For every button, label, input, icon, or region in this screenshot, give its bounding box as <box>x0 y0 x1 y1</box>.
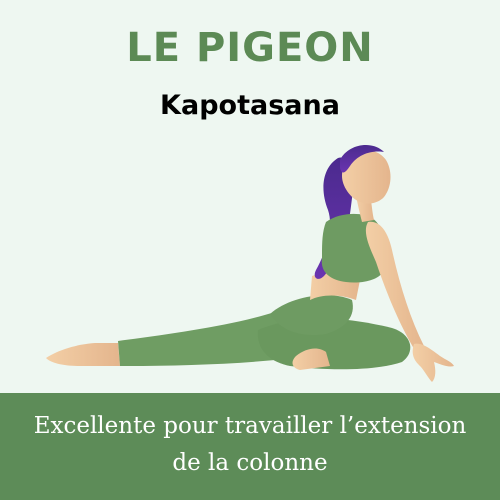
description-line-1: Excellente pour travailler l’extension <box>33 413 467 439</box>
description-line-2: de la colonne <box>172 450 328 476</box>
pigeon-pose-illustration <box>46 145 454 382</box>
description-banner: Excellente pour travailler l’extension d… <box>0 393 500 500</box>
pose-sanskrit-name: Kapotasana <box>160 90 340 121</box>
pose-title: LE PIGEON <box>126 25 374 71</box>
pose-card: LE PIGEON Kapotasana Excellente pour tra… <box>0 0 500 500</box>
